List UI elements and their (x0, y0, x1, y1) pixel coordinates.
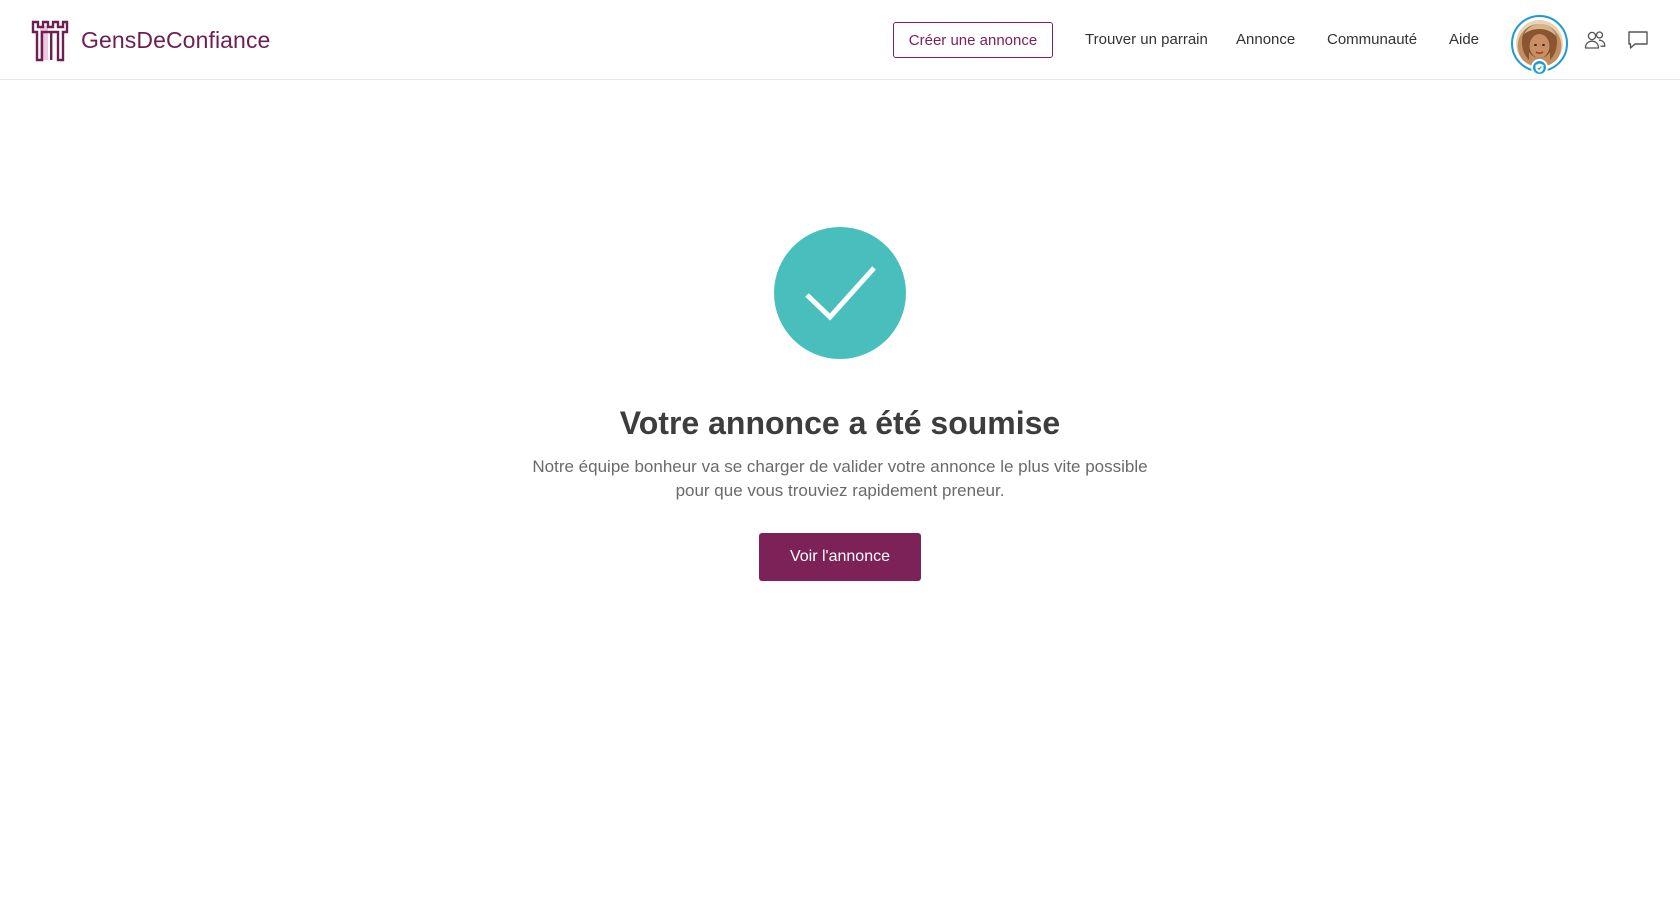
top-header: GensDeConfiance Créer une annonce Trouve… (0, 0, 1680, 80)
check-icon (805, 266, 876, 321)
nav-help[interactable]: Aide (1449, 28, 1479, 52)
create-listing-button[interactable]: Créer une annonce (893, 22, 1053, 58)
nav-community[interactable]: Communauté (1327, 28, 1417, 52)
description-line-2: pour que vous trouviez rapidement preneu… (675, 481, 1005, 500)
success-badge (774, 227, 906, 359)
user-avatar-button[interactable] (1511, 15, 1568, 76)
confirmation-title: Votre annonce a été soumise (619, 405, 1061, 441)
verified-badge (1531, 59, 1548, 76)
view-listing-button[interactable]: Voir l'annonce (759, 533, 921, 581)
shield-icon (1535, 63, 1544, 73)
people-icon[interactable] (1583, 28, 1607, 52)
castle-logo-icon (31, 20, 69, 62)
chat-bubble-icon[interactable] (1626, 28, 1650, 52)
nav-find-sponsor[interactable]: Trouver un parrain (1085, 28, 1208, 52)
confirmation-section: Votre annonce a été soumise Notre équipe… (0, 81, 1680, 900)
nav-listing[interactable]: Annonce (1236, 28, 1295, 52)
confirmation-description: Notre équipe bonheur va se charger de va… (490, 455, 1190, 503)
brand-name: GensDeConfiance (81, 26, 271, 53)
description-line-1: Notre équipe bonheur va se charger de va… (532, 457, 1148, 476)
brand-logo-link[interactable]: GensDeConfiance (30, 18, 270, 62)
